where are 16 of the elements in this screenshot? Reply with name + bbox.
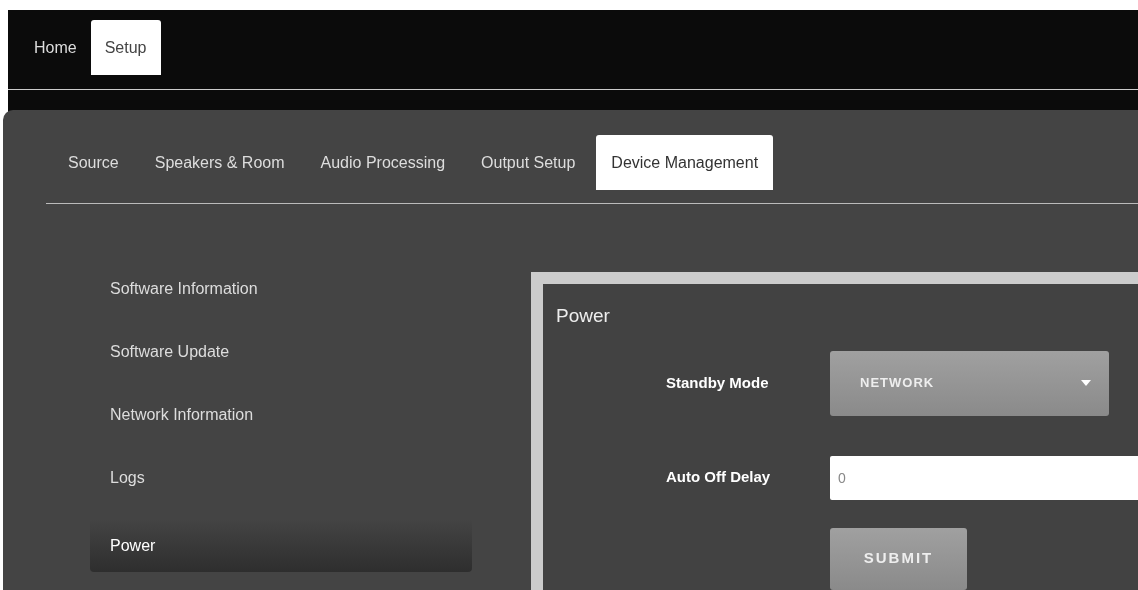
field-label: Standby Mode [665,372,770,393]
sidebar-item[interactable]: Network Information [90,383,472,446]
caret-icon [1081,380,1091,386]
section-tab[interactable]: Source [53,135,134,190]
panel-title: Power [556,304,611,328]
nav-tab[interactable]: Home [20,20,91,75]
section-tab[interactable]: Device Management [596,135,774,190]
section-tab[interactable]: Audio Processing [305,135,461,190]
sidebar-item[interactable]: Logs [90,446,472,509]
nav-tab[interactable]: Setup [90,20,161,75]
section-tab[interactable]: Speakers & Room [139,135,300,190]
section-tab[interactable]: Output Setup [466,135,591,190]
input-field[interactable]: 0 [830,455,1138,500]
field-label: Auto Off Delay [665,467,772,488]
sidebar-item[interactable]: Software Information [90,257,472,320]
sidebar-item[interactable]: Software Update [90,320,472,383]
